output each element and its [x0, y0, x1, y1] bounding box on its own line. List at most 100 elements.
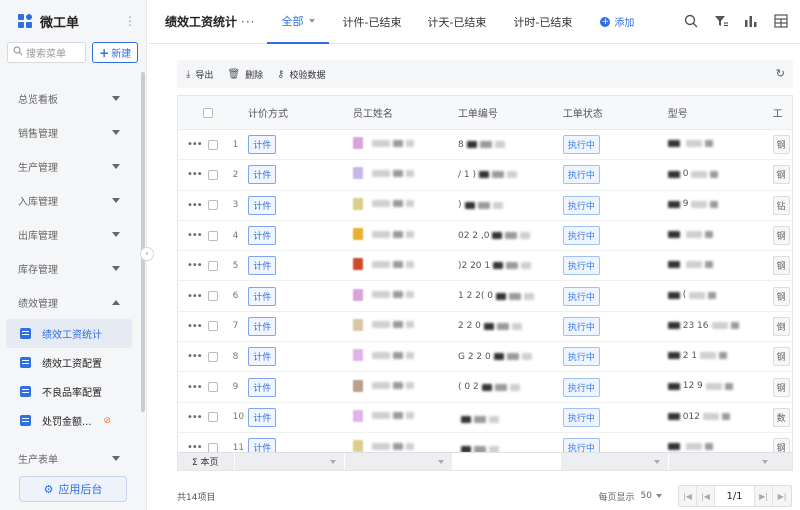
pricing-tag: 计件: [248, 316, 277, 336]
summary-dropdown[interactable]: [234, 453, 344, 470]
row-checkbox[interactable]: [207, 139, 218, 150]
table-row[interactable]: ••• 7 计件 2 2 0 执行中 23 16 倒: [178, 312, 792, 343]
menu-group-production[interactable]: 生产管理: [0, 149, 146, 183]
page-summary-label: Σ 本页: [192, 458, 219, 468]
more-horizontal-icon[interactable]: •••: [187, 321, 203, 332]
menu-group-inventory[interactable]: 库存管理: [0, 251, 146, 285]
sidebar-item-perf-wage-stats[interactable]: 绩效工资统计: [6, 319, 132, 348]
pricing-tag: 计件: [248, 286, 277, 306]
pricing-tag: 计件: [248, 377, 277, 397]
row-checkbox[interactable]: [207, 412, 218, 423]
table-row[interactable]: ••• 1 计件 8 执行中 钢: [178, 130, 792, 161]
trash-icon: 🗑: [227, 68, 241, 80]
more-vertical-icon[interactable]: ⋮: [124, 14, 136, 28]
chevron-down-icon[interactable]: [656, 494, 662, 498]
order-no-text: ): [457, 200, 462, 211]
row-checkbox[interactable]: [207, 169, 218, 180]
col-header-order-no[interactable]: 工单编号: [458, 105, 563, 120]
col-header-employee[interactable]: 员工姓名: [353, 105, 458, 120]
sidebar-item-label: 绩效工资配置: [42, 359, 102, 370]
row-checkbox[interactable]: [207, 321, 218, 332]
pricing-cell: 计件: [246, 377, 353, 397]
table-row[interactable]: ••• 3 计件) 执行中 9 钻: [178, 191, 792, 221]
app-backend-button[interactable]: ⚙ 应用后台: [19, 476, 127, 502]
order-no-text: / 1 ): [457, 169, 476, 180]
table-row[interactable]: ••• 4 计件 02 2 ,0 执行中 钢: [178, 221, 792, 252]
model-cell: 0: [667, 169, 773, 181]
employee-cell: [353, 349, 458, 364]
table-row[interactable]: ••• 6 计件 1 2 2( 0 执行中 (钢: [178, 281, 792, 312]
grid-icon[interactable]: [774, 14, 788, 28]
menu-group-sales[interactable]: 销售管理: [0, 115, 146, 149]
more-horizontal-icon[interactable]: •••: [187, 169, 203, 180]
first-page-button[interactable]: |◀: [679, 486, 697, 506]
current-page-indicator[interactable]: 1/1: [715, 486, 755, 506]
more-horizontal-icon[interactable]: •••: [187, 382, 203, 393]
menu-group-performance[interactable]: 绩效管理: [0, 285, 146, 319]
tab-label: 计时-已结束: [513, 15, 573, 29]
pricing-cell: 计件: [246, 256, 353, 276]
status-badge: 执行中: [562, 256, 600, 276]
row-checkbox[interactable]: [207, 351, 218, 362]
sidebar-scrollbar[interactable]: [141, 72, 145, 412]
table-row[interactable]: ••• 8 计件 G 2 2 0 执行中 2 1 钢: [178, 342, 792, 373]
more-horizontal-icon[interactable]: •••: [187, 230, 203, 241]
filter-icon[interactable]: [714, 14, 728, 28]
sidebar-collapse-button[interactable]: ‹: [140, 247, 154, 261]
table-row[interactable]: ••• 5 计件)2 20 1 执行中 钢: [178, 251, 792, 282]
table-row[interactable]: ••• 2 计件 / 1 ) 执行中 0 钢: [178, 160, 792, 191]
col-header-process[interactable]: 工: [773, 105, 792, 120]
sidebar-item-defect-rate-config[interactable]: 不良品率配置: [0, 377, 132, 406]
last-page-button[interactable]: ▶|: [773, 486, 791, 506]
row-checkbox[interactable]: [207, 382, 218, 393]
prev-page-button[interactable]: |◀: [697, 486, 715, 506]
process-cell: 倒: [772, 316, 792, 336]
row-checkbox[interactable]: [207, 230, 218, 241]
menu-group-inbound[interactable]: 入库管理: [0, 183, 146, 217]
verify-data-button[interactable]: ⚷ 校验数据: [277, 68, 325, 81]
col-header-order-status[interactable]: 工单状态: [563, 105, 668, 120]
summary-dropdown[interactable]: [560, 453, 668, 470]
delete-button[interactable]: 🗑 删除: [227, 68, 263, 81]
table-row[interactable]: ••• 10 计件 执行中 012 数: [178, 403, 792, 433]
pricing-tag: 计件: [248, 135, 277, 155]
more-horizontal-icon[interactable]: •••: [187, 200, 203, 211]
more-horizontal-icon[interactable]: •••: [187, 412, 203, 423]
menu-group-overview[interactable]: 总览看板: [0, 81, 146, 115]
tab-day-finished[interactable]: 计天-已结束: [427, 0, 486, 44]
more-horizontal-icon[interactable]: •••: [187, 291, 203, 302]
tab-all[interactable]: 全部: [267, 0, 330, 44]
more-horizontal-icon[interactable]: •••: [187, 260, 203, 271]
col-header-model[interactable]: 型号: [668, 105, 773, 120]
more-horizontal-icon[interactable]: •••: [187, 139, 203, 150]
table-row[interactable]: ••• 9 计件 ( 0 2 执行中 12 9 钢: [178, 372, 792, 403]
summary-dropdown[interactable]: [668, 453, 776, 470]
sidebar-item-perf-wage-config[interactable]: 绩效工资配置: [0, 348, 132, 377]
page-size-select[interactable]: 50: [641, 491, 652, 501]
search-icon[interactable]: [684, 14, 698, 28]
add-tab-button[interactable]: + 添加: [600, 14, 634, 29]
bar-chart-icon[interactable]: [744, 14, 758, 28]
row-number: 3: [232, 200, 239, 211]
more-horizontal-icon[interactable]: ···: [241, 15, 255, 29]
avatar: [353, 288, 364, 301]
pricing-tag: 计件: [248, 407, 277, 427]
summary-dropdown[interactable]: [344, 453, 452, 470]
refresh-icon[interactable]: ↻: [776, 67, 785, 80]
more-horizontal-icon[interactable]: •••: [187, 351, 203, 362]
row-number: 1: [232, 139, 239, 150]
next-page-button[interactable]: ▶|: [755, 486, 773, 506]
row-checkbox[interactable]: [207, 260, 218, 271]
row-checkbox[interactable]: [207, 200, 218, 211]
tab-piece-finished[interactable]: 计件-已结束: [342, 0, 401, 44]
menu-group-production-forms[interactable]: 生产表单: [0, 441, 146, 475]
col-header-pricing[interactable]: 计价方式: [246, 105, 353, 120]
select-all-checkbox[interactable]: [203, 107, 214, 118]
tab-hour-finished[interactable]: 计时-已结束: [513, 0, 572, 44]
export-button[interactable]: ⤓ 导出: [186, 68, 213, 81]
new-button[interactable]: + 新建: [92, 42, 138, 63]
menu-search-input[interactable]: 搜索菜单: [7, 42, 87, 63]
menu-group-outbound[interactable]: 出库管理: [0, 217, 146, 251]
sidebar-item-penalty-amount[interactable]: 处罚金额... ⊘: [0, 406, 132, 435]
row-checkbox[interactable]: [207, 291, 218, 302]
